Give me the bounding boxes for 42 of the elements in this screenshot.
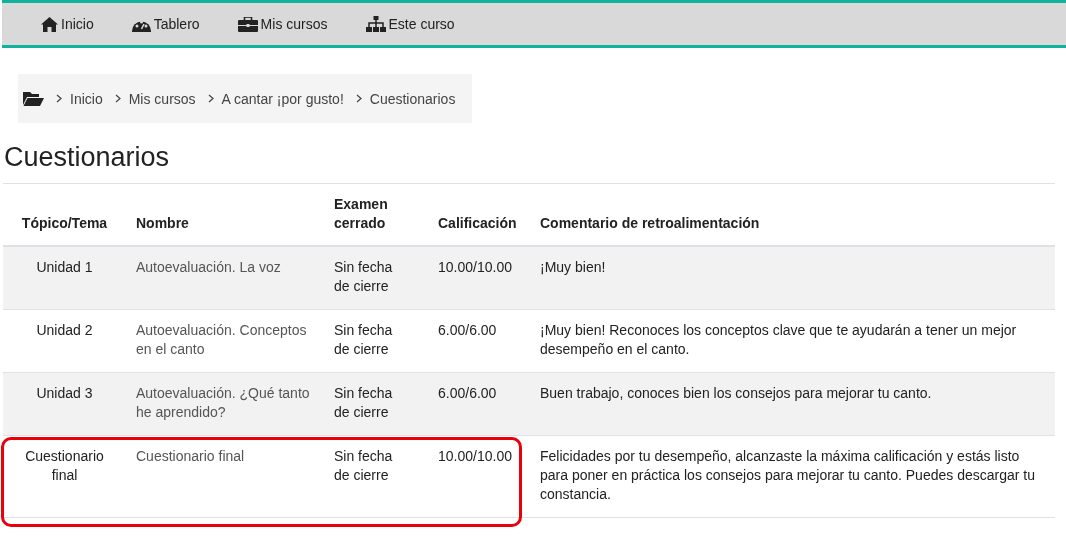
table-cell-text: 6.00/6.00 bbox=[437, 384, 498, 403]
table-cell-text: Unidad 1 bbox=[35, 258, 94, 277]
nav-link[interactable]: Este curso bbox=[365, 16, 455, 32]
table-cell-text: Buen trabajo, conoces bien los consejos para mejorar tu canto. bbox=[539, 384, 933, 403]
table-cell-text: Sin fecha de cierre bbox=[333, 384, 394, 422]
briefcase-icon bbox=[237, 16, 258, 32]
table-cell-text: Sin fecha de cierre bbox=[333, 321, 394, 359]
table-cell-text: Unidad 3 bbox=[35, 384, 94, 403]
quiz-link[interactable]: Cuestionario final bbox=[126, 436, 324, 517]
page-title: Cuestionarios bbox=[4, 141, 171, 174]
quiz-link[interactable]: Autoevaluación. La voz bbox=[126, 247, 324, 309]
breadcrumb-link[interactable]: Mis cursos bbox=[128, 90, 196, 107]
table-cell-text: 6.00/6.00 bbox=[437, 321, 498, 340]
folder-icon bbox=[23, 91, 44, 106]
column-header: Tópico/Tema bbox=[20, 214, 109, 233]
chevron-icon bbox=[114, 94, 121, 103]
table-cell-text: ¡Muy bien! bbox=[539, 258, 607, 277]
table-cell-text: Cuestionario final bbox=[24, 447, 105, 485]
home-icon bbox=[41, 16, 58, 32]
table-cell-text: ¡Muy bien! Reconoces los conceptos clave que te ayudarán a tener un mejor desempeño en el canto. bbox=[539, 321, 1018, 359]
nav-link[interactable]: Inicio bbox=[41, 16, 94, 32]
breadcrumb-link[interactable]: Inicio bbox=[70, 90, 103, 107]
table-cell-text: 10.00/10.00 bbox=[437, 447, 513, 466]
table-cell-text: Sin fecha de cierre bbox=[333, 258, 394, 296]
sitemap-icon bbox=[365, 16, 386, 32]
table-cell-text: Sin fecha de cierre bbox=[333, 447, 394, 485]
nav-link[interactable]: Mis cursos bbox=[237, 16, 328, 32]
table-cell-text: Unidad 2 bbox=[35, 321, 94, 340]
breadcrumb-current: Cuestionarios bbox=[369, 90, 456, 107]
column-header: Nombre bbox=[135, 214, 190, 233]
nav-link[interactable]: Tablero bbox=[131, 16, 200, 32]
chevron-icon bbox=[56, 94, 62, 103]
chevron-icon bbox=[207, 94, 214, 103]
table-cell-text: 10.00/10.00 bbox=[437, 258, 513, 277]
quiz-link[interactable]: Autoevaluación. ¿Qué tanto he aprendido? bbox=[126, 373, 324, 435]
breadcrumb-link[interactable]: A cantar ¡por gusto! bbox=[221, 90, 344, 107]
quiz-link[interactable]: Autoevaluación. Conceptos en el canto bbox=[126, 310, 324, 372]
table-cell-text: Felicidades por tu desempeño, alcanzaste la máxima calificación y estás listo para poner en práctica los consejos para mejorar tu canto. Puedes descargar tu constancia. bbox=[539, 447, 1036, 504]
column-header: Calificación bbox=[437, 214, 518, 233]
column-header: Examen cerrado bbox=[333, 195, 389, 233]
chevron-icon bbox=[355, 94, 362, 103]
column-header: Comentario de retroalimentación bbox=[539, 214, 761, 233]
